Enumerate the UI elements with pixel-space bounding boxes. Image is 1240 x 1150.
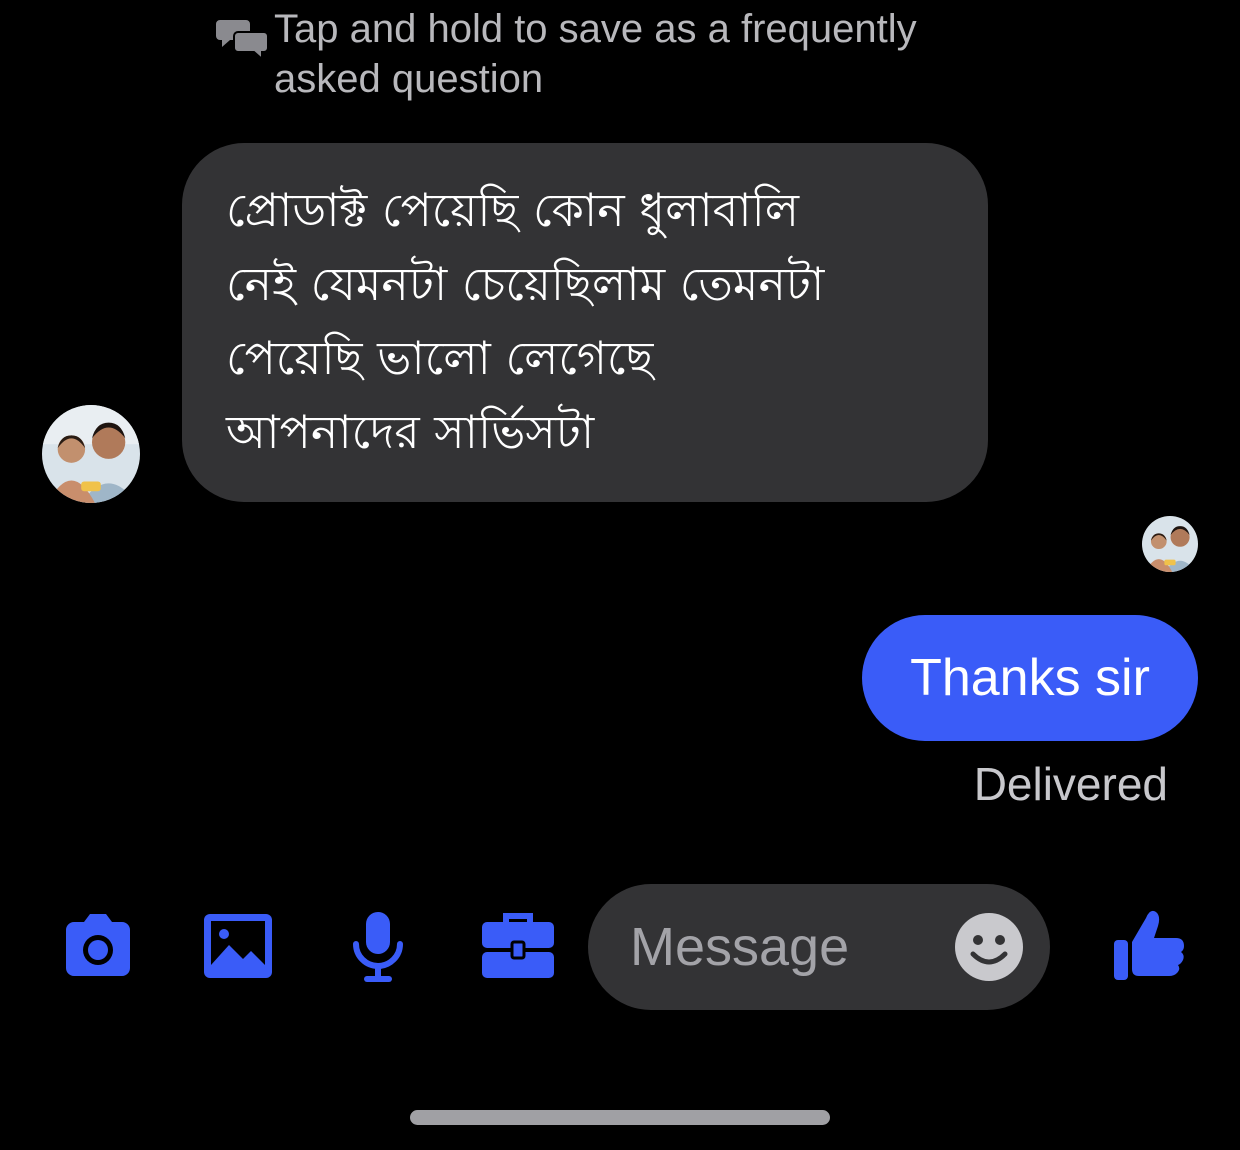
message-line: পেয়েছি ভালো লেগেছে [226,331,654,385]
message-line: প্রোডাক্ট পেয়েছি কোন ধুলাবালি [226,183,800,237]
voice-button[interactable] [338,906,418,986]
like-button[interactable] [1110,904,1186,984]
gallery-icon [204,914,272,978]
chat-screen: Tap and hold to save as a frequently ask… [0,0,1240,1150]
seen-avatar [1142,516,1198,572]
outgoing-message-bubble[interactable]: Thanks sir [862,615,1198,741]
microphone-icon [353,912,403,982]
chat-bubbles-icon [216,20,269,60]
message-line: নেই যেমনটা চেয়েছিলাম তেমনটা [226,257,825,311]
delivery-status: Delivered [973,758,1168,810]
seen-avatar-photo [1142,516,1198,572]
incoming-message-bubble[interactable]: প্রোডাক্ট পেয়েছি কোন ধুলাবালি নেই যেমনট… [182,143,988,502]
camera-button[interactable] [58,906,138,986]
contact-avatar[interactable] [42,405,140,503]
business-tools-button[interactable] [478,906,558,986]
like-icon [1114,910,1184,980]
outgoing-message-text: Thanks sir [910,649,1150,707]
message-input[interactable]: Message [588,884,1050,1010]
message-line: আপনাদের সার্ভিসটা [226,405,595,459]
message-placeholder: Message [630,917,850,977]
camera-icon [66,914,130,976]
home-indicator[interactable] [410,1110,830,1125]
avatar-photo [42,405,140,503]
emoji-icon[interactable] [954,912,1024,982]
faq-hint-text: Tap and hold to save as a frequently ask… [274,7,917,101]
gallery-button[interactable] [198,906,278,986]
faq-hint[interactable]: Tap and hold to save as a frequently ask… [216,4,976,104]
briefcase-icon [482,913,554,978]
